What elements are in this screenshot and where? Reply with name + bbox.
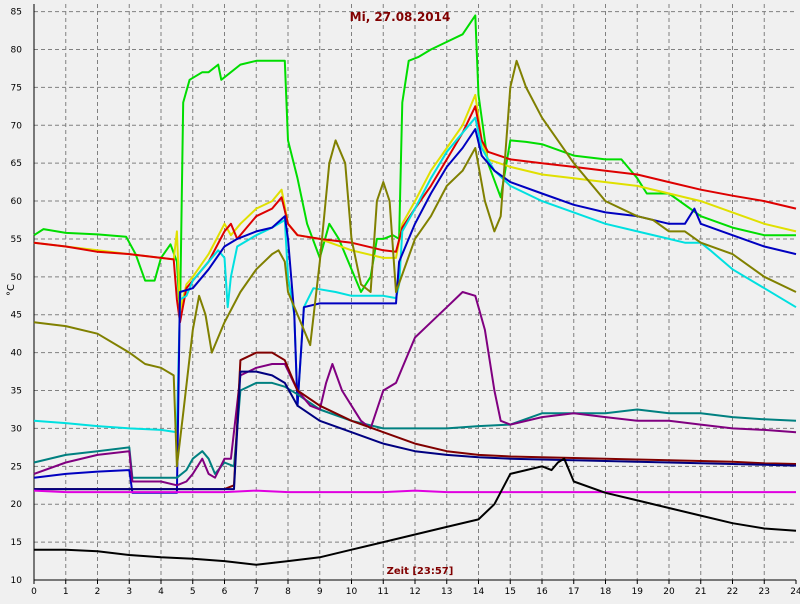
x-tick-label: 11 (378, 587, 389, 597)
y-tick-label: 20 (11, 500, 23, 510)
x-tick-label: 6 (222, 587, 228, 597)
y-tick-label: 15 (11, 538, 22, 548)
x-tick-label: 13 (441, 587, 452, 597)
chart-container: 0 1 2 3 4 5 6 7 8 9 10 11 12 13 14 15 16 17 18 19 20 21 22 23 24… (0, 0, 800, 600)
x-tick-label: 5 (190, 587, 196, 597)
y-tick-label: 45 (11, 311, 22, 321)
x-tick-label: 0 (31, 587, 37, 597)
x-tick-label: 18 (600, 587, 612, 597)
x-tick-label: 12 (409, 587, 420, 597)
y-tick-label: 80 (11, 45, 23, 55)
y-tick-label: 65 (11, 159, 22, 169)
y-tick-label: 70 (11, 121, 23, 131)
x-axis-label: Zeit [23:57] (387, 566, 454, 577)
y-tick-label: 25 (11, 462, 22, 472)
x-tick-label: 7 (253, 587, 259, 597)
x-tick-label: 21 (695, 587, 706, 597)
y-axis-label: °C (6, 284, 17, 296)
x-tick-label: 19 (632, 587, 644, 597)
line-chart: 0 1 2 3 4 5 6 7 8 9 10 11 12 13 14 15 16 17 18 19 20 21 22 23 24… (0, 0, 800, 600)
y-tick-label: 30 (11, 424, 23, 434)
y-tick-label: 40 (11, 349, 23, 359)
y-tick-label: 50 (11, 273, 23, 283)
y-tick-label: 60 (11, 197, 23, 207)
x-tick-label: 8 (285, 587, 291, 597)
y-tick-label: 75 (11, 83, 22, 93)
x-tick-label: 22 (727, 587, 738, 597)
x-tick-label: 16 (536, 587, 548, 597)
y-tick-label: 55 (11, 235, 22, 245)
x-tick-label: 14 (473, 587, 485, 597)
y-tick-label: 35 (11, 387, 22, 397)
x-tick-label: 10 (346, 587, 358, 597)
x-tick-label: 15 (505, 587, 516, 597)
x-tick-label: 20 (663, 587, 675, 597)
x-tick-label: 2 (95, 587, 101, 597)
y-tick-label: 10 (11, 576, 23, 586)
chart-title: Mi, 27.08.2014 (350, 10, 451, 24)
x-tick-label: 17 (568, 587, 579, 597)
y-tick-label: 85 (11, 8, 22, 18)
x-tick-label: 9 (317, 587, 323, 597)
x-tick-label: 3 (126, 587, 132, 597)
x-tick-label: 1 (63, 587, 69, 597)
x-tick-label: 4 (158, 587, 164, 597)
x-tick-label: 23 (759, 587, 770, 597)
x-tick-label: 24 (790, 587, 800, 597)
